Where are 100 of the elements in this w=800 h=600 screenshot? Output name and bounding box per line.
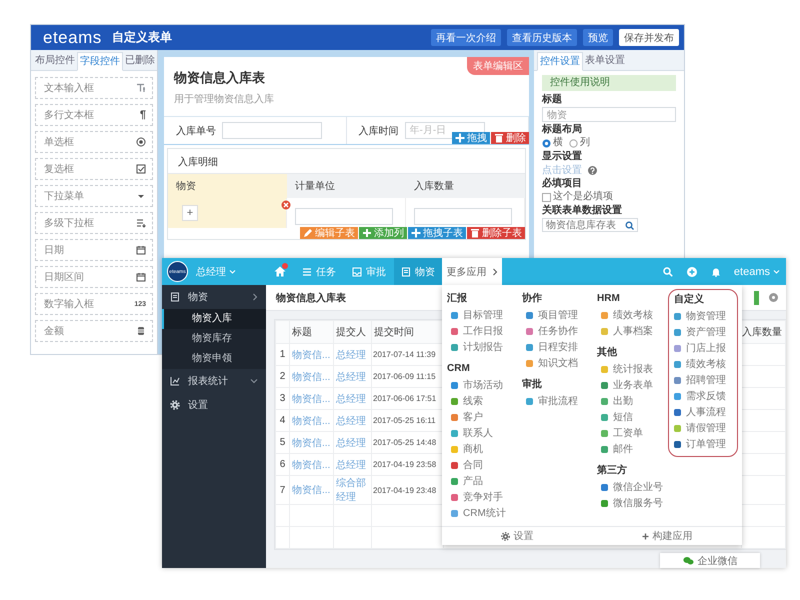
build-app-button[interactable]: 构建应用 [592, 527, 742, 545]
title-field[interactable]: 物资 [542, 107, 676, 122]
text-field[interactable] [222, 122, 322, 139]
app-item[interactable]: 任务协作 [522, 323, 592, 339]
app-item[interactable]: 商机 [447, 441, 517, 457]
app-item[interactable]: 产品 [447, 473, 517, 489]
edit-button[interactable]: 编辑子表 [300, 227, 358, 239]
palette-item[interactable]: 复选框 [35, 158, 153, 180]
palette-item[interactable]: 多级下拉框 [35, 212, 153, 234]
header-button[interactable]: 再看一次介绍 [431, 29, 501, 46]
palette-item[interactable]: 金额 [35, 320, 153, 342]
drag-button[interactable]: 拖拽 [452, 132, 490, 144]
app-item[interactable]: 统计报表 [597, 361, 667, 377]
add-column-button[interactable]: 添加列 [359, 227, 407, 239]
app-item[interactable]: 人事档案 [597, 323, 667, 339]
add-button[interactable]: + [182, 205, 198, 221]
action-button[interactable] [754, 290, 759, 304]
nav-tab[interactable]: 审批 [344, 258, 394, 285]
app-item[interactable]: 项目管理 [522, 307, 592, 323]
sidebar-subitem[interactable]: 物资申领 [162, 349, 266, 369]
more-apps-tab[interactable]: 更多应用 [442, 258, 502, 285]
app-item[interactable]: 需求反馈 [669, 388, 737, 404]
table-cell: 3 [276, 388, 290, 410]
plus-icon [642, 532, 648, 540]
text-field[interactable] [414, 208, 512, 224]
account-menu[interactable]: eteams [734, 266, 780, 278]
form-description: 用于管理物资信息入库 [174, 92, 275, 106]
user-menu[interactable]: 总经理 [196, 264, 236, 278]
table-cell: 5 [276, 432, 290, 454]
header-button[interactable]: 查看历史版本 [507, 29, 577, 46]
sidebar-item[interactable]: 报表统计 [162, 369, 266, 393]
sidebar-item[interactable]: 设置 [162, 393, 266, 417]
radio-option[interactable]: 列 [569, 137, 590, 149]
app-item[interactable]: 合同 [447, 457, 517, 473]
column-header[interactable]: 物资 [168, 173, 287, 198]
app-item[interactable]: 线索 [447, 393, 517, 409]
app-item[interactable]: 市场活动 [447, 377, 517, 393]
palette-item[interactable]: 文本输入框 [35, 77, 153, 99]
app-item[interactable]: 邮件 [597, 441, 667, 457]
app-item[interactable]: 请假管理 [669, 420, 737, 436]
group-title: CRM [447, 362, 471, 376]
app-item[interactable]: 知识文档 [522, 355, 592, 371]
app-item[interactable]: 工作日报 [447, 323, 517, 339]
app-item[interactable]: 绩效考核 [669, 356, 737, 372]
app-item[interactable]: 客户 [447, 409, 517, 425]
drag-button[interactable]: 拖拽子表 [408, 227, 466, 239]
palette-item[interactable]: 日期 [35, 239, 153, 261]
section-tag: 表单编辑区 [467, 57, 529, 75]
trash-icon [494, 133, 504, 143]
setting-label: 标题布局 [542, 124, 583, 136]
app-item[interactable]: 招聘管理 [669, 372, 737, 388]
app-item[interactable]: 日程安排 [522, 339, 592, 355]
app-item[interactable]: 业务表单 [597, 377, 667, 393]
app-item[interactable]: 资产管理 [669, 324, 737, 340]
window-title: 自定义表单 [112, 29, 172, 46]
app-item[interactable]: 物资管理 [669, 308, 737, 324]
radio-option[interactable]: 横 [542, 137, 563, 149]
lookup-field[interactable]: 物资信息库存表 [542, 218, 638, 232]
app-item[interactable]: 绩效考核 [597, 307, 667, 323]
header-button[interactable]: 预览 [583, 29, 613, 46]
nav-tab[interactable]: 任务 [294, 258, 344, 285]
sidebar-subitem[interactable]: 物资库存 [162, 329, 266, 349]
tab[interactable]: 表单设置 [583, 52, 627, 70]
app-item[interactable]: 审批流程 [522, 393, 592, 409]
app-item[interactable]: 联系人 [447, 425, 517, 441]
palette-item[interactable]: 下拉菜单 [35, 185, 153, 207]
palette-item[interactable]: 日期区间 [35, 266, 153, 288]
settings-button[interactable]: 设置 [442, 527, 592, 545]
checkbox-option[interactable]: 这个是必填项 [542, 191, 676, 203]
app-item[interactable]: 出勤 [597, 393, 667, 409]
tab[interactable]: 字段控件 [77, 52, 123, 71]
nav-tab[interactable]: 物资 [394, 258, 442, 285]
tab[interactable]: 控件设置 [537, 52, 583, 71]
sidebar-subitem[interactable]: 物资入库 [162, 309, 266, 329]
palette-item[interactable]: 单选框 [35, 131, 153, 153]
sidebar-item[interactable]: 物资 [162, 285, 266, 309]
header-button[interactable]: 保存并发布 [619, 29, 679, 46]
app-item[interactable]: 微信企业号 [597, 479, 667, 495]
group-title: 第三方 [597, 463, 628, 478]
app-item[interactable]: 订单管理 [669, 436, 737, 452]
setting-label: 必填项目 [542, 178, 583, 190]
column-header[interactable]: 入库数量 [406, 173, 525, 198]
app-item[interactable]: 短信 [597, 409, 667, 425]
chat-button[interactable]: 企业微信 [660, 553, 760, 568]
tab[interactable]: 布局控件 [33, 52, 77, 70]
app-item[interactable]: 目标管理 [447, 307, 517, 323]
column-header[interactable]: 计量单位 [287, 173, 406, 198]
app-item[interactable]: 门店上报 [669, 340, 737, 356]
app-item[interactable]: 微信服务号 [597, 495, 667, 511]
app-item[interactable]: CRM统计 [447, 505, 517, 521]
app-item[interactable]: 竞争对手 [447, 489, 517, 505]
tab[interactable]: 已删除 [123, 52, 157, 70]
delete-button[interactable]: 删除子表 [467, 227, 525, 239]
app-item[interactable]: 人事流程 [669, 404, 737, 420]
app-item[interactable]: 工资单 [597, 425, 667, 441]
palette-item[interactable]: 多行文本框 ¶ [35, 104, 153, 126]
app-item[interactable]: 计划报告 [447, 339, 517, 355]
delete-button[interactable]: 删除 [491, 132, 529, 144]
text-field[interactable] [295, 208, 393, 224]
list-icon [302, 266, 312, 276]
